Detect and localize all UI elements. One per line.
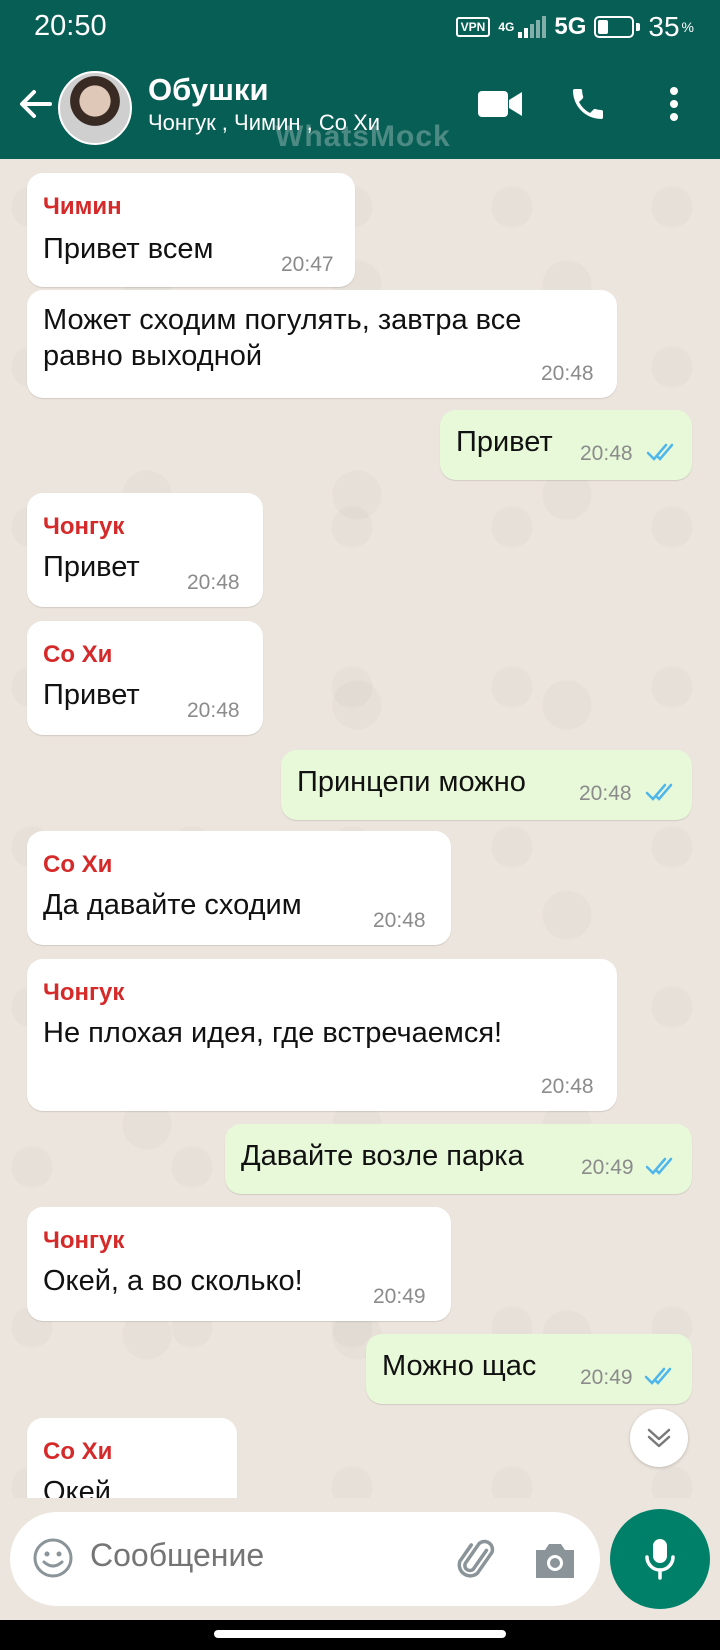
- status-bar: 20:50 VPN 4G 5G 35%: [0, 0, 720, 56]
- message-text: Принцепи можно: [297, 766, 526, 798]
- camera-icon[interactable]: [532, 1538, 578, 1582]
- sender-name: Чонгук: [43, 513, 125, 540]
- home-indicator[interactable]: [214, 1630, 506, 1638]
- message-text: Привет всем: [43, 233, 214, 265]
- battery-percent-symbol: %: [681, 19, 694, 35]
- message-text: Привет: [43, 679, 140, 711]
- message-bubble[interactable]: Со Хи Привет 20:48: [27, 621, 263, 735]
- message-bubble-outgoing[interactable]: Можно щас 20:49: [366, 1334, 692, 1404]
- message-time: 20:48: [580, 442, 633, 465]
- message-time: 20:49: [581, 1156, 634, 1179]
- chat-header: 20:50 VPN 4G 5G 35% Обушки Чонгук , Чими…: [0, 0, 720, 159]
- message-text-line2: равно выходной: [43, 340, 263, 372]
- signal-icon: [518, 16, 547, 38]
- battery-icon: [594, 16, 635, 38]
- message-text: Окей, а во сколько!: [43, 1265, 303, 1297]
- message-text: Может сходим погулять, завтра все: [43, 304, 522, 336]
- message-bubble[interactable]: Со Хи Да давайте сходим 20:48: [27, 831, 451, 945]
- message-bubble[interactable]: Со Хи Окей: [27, 1418, 237, 1499]
- read-ticks-icon: [645, 1157, 673, 1175]
- more-vertical-icon[interactable]: [652, 82, 696, 126]
- message-input[interactable]: [88, 1536, 392, 1575]
- message-bubble-outgoing[interactable]: Привет 20:48: [440, 410, 692, 480]
- message-bubble-outgoing[interactable]: Давайте возле парка 20:49: [225, 1124, 692, 1194]
- read-ticks-icon: [645, 783, 673, 801]
- video-camera-icon[interactable]: [476, 82, 524, 126]
- sender-name: Со Хи: [43, 641, 113, 668]
- paperclip-icon[interactable]: [454, 1536, 502, 1584]
- read-ticks-icon: [646, 443, 674, 461]
- message-time: 20:47: [281, 253, 334, 276]
- watermark: WhatsMock: [275, 120, 451, 153]
- message-bubble-outgoing[interactable]: Принцепи можно 20:48: [281, 750, 692, 820]
- emoji-icon[interactable]: [32, 1537, 74, 1579]
- message-text: Привет: [43, 551, 140, 583]
- network-label: 5G: [554, 13, 587, 40]
- message-text: Да давайте сходим: [43, 889, 302, 921]
- message-bubble[interactable]: Может сходим погулять, завтра все равно …: [27, 290, 617, 398]
- message-list[interactable]: Чимин Привет всем 20:47 Может сходим пог…: [0, 159, 720, 1499]
- message-composer: [10, 1512, 600, 1606]
- chevron-double-down-icon[interactable]: [630, 1409, 688, 1467]
- message-bubble[interactable]: Чонгук Привет 20:48: [27, 493, 263, 607]
- message-time: 20:49: [580, 1366, 633, 1389]
- phone-icon[interactable]: [564, 82, 612, 126]
- message-bubble[interactable]: Чимин Привет всем 20:47: [27, 173, 355, 287]
- chat-title[interactable]: Обушки: [148, 72, 269, 108]
- sender-name: Со Хи: [43, 851, 113, 878]
- avatar[interactable]: [58, 71, 132, 145]
- message-text: Можно щас: [382, 1350, 537, 1382]
- sender-name: Чонгук: [43, 979, 125, 1006]
- sender-name: Со Хи: [43, 1438, 113, 1465]
- message-time: 20:49: [373, 1285, 426, 1308]
- message-time: 20:48: [541, 1075, 594, 1098]
- message-text: Не плохая идея, где встречаемся!: [43, 1017, 503, 1049]
- vpn-icon: VPN: [455, 17, 491, 37]
- message-text: Давайте возле парка: [241, 1140, 524, 1172]
- status-time: 20:50: [34, 10, 107, 42]
- message-time: 20:48: [541, 362, 594, 385]
- status-icons: VPN 4G 5G 35%: [455, 11, 694, 42]
- message-bubble[interactable]: Чонгук Окей, а во сколько! 20:49: [27, 1207, 451, 1321]
- message-time: 20:48: [373, 909, 426, 932]
- arrow-left-icon[interactable]: [14, 82, 58, 126]
- sender-name: Чонгук: [43, 1227, 125, 1254]
- microphone-icon[interactable]: [610, 1509, 710, 1609]
- sender-name: Чимин: [43, 193, 122, 220]
- message-time: 20:48: [187, 571, 240, 594]
- message-bubble[interactable]: Чонгук Не плохая идея, где встречаемся! …: [27, 959, 617, 1111]
- message-text: Привет: [456, 426, 553, 458]
- message-text: Окей: [43, 1476, 111, 1499]
- network-4g-label: 4G: [498, 20, 515, 34]
- read-ticks-icon: [644, 1367, 672, 1385]
- battery-level: 35: [648, 11, 680, 42]
- message-time: 20:48: [579, 782, 632, 805]
- message-time: 20:48: [187, 699, 240, 722]
